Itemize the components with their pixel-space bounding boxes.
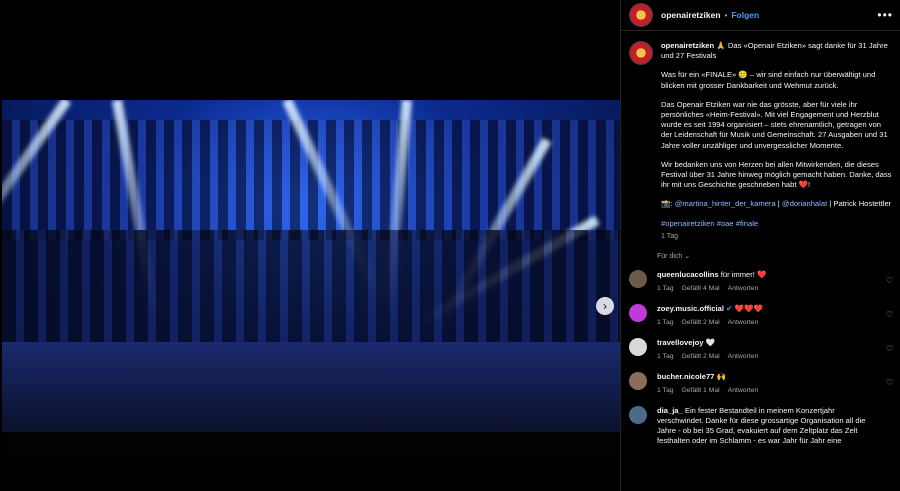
comment-time: 1 Tag — [657, 319, 674, 327]
comment-username[interactable]: zoey.music.official — [657, 304, 724, 313]
comment-time: 1 Tag — [657, 387, 674, 395]
comment-text: ❤️❤️❤️ — [734, 304, 763, 314]
comment-time: 1 Tag — [657, 353, 674, 361]
hashtags[interactable]: #openairetziken #oae #finale — [661, 219, 758, 228]
avatar[interactable] — [629, 41, 653, 65]
comment-text: für immer! ❤️ — [720, 270, 767, 280]
photo-credits: 📸: @martina_hinter_der_kamera | @dorianh… — [661, 199, 892, 209]
caption-paragraph: Was für ein «FINALE» 🥲 – wir sind einfac… — [661, 70, 876, 90]
comment-username[interactable]: travellovejoy — [657, 338, 703, 347]
comment-likes[interactable]: Gefällt 2 Mal — [682, 353, 720, 360]
list-item: zoey.music.official ✔ ❤️❤️❤️ 1 Tag Gefäll… — [629, 304, 893, 328]
avatar[interactable] — [629, 372, 647, 391]
reply-button[interactable]: Antworten — [728, 353, 759, 360]
heart-icon[interactable]: ♡ — [886, 344, 893, 354]
list-item: dia_ja_ Ein fester Bestandteil in meinem… — [629, 406, 893, 446]
comment-time: 1 Tag — [657, 285, 674, 293]
post-body: openairetziken 🙏 Das «Openair Etziken» s… — [621, 31, 900, 466]
follow-button[interactable]: Folgen — [731, 10, 759, 20]
list-item: travellovejoy 🤍 1 Tag Gefällt 2 Mal Antwor… — [629, 338, 893, 362]
heart-icon[interactable]: ♡ — [886, 276, 893, 286]
list-item: queenlucacollins für immer! ❤️ 1 Tag Gefä… — [629, 270, 893, 294]
post-username[interactable]: openairetziken — [661, 10, 721, 20]
verified-icon: ✔ — [726, 304, 733, 314]
avatar[interactable] — [629, 270, 647, 289]
caption-username[interactable]: openairetziken — [661, 41, 714, 50]
separator-dot: • — [724, 10, 728, 20]
credit-link[interactable]: @dorianhalat — [782, 199, 827, 208]
heart-icon[interactable]: ♡ — [886, 378, 893, 388]
caption-text: openairetziken 🙏 Das «Openair Etziken» s… — [661, 41, 893, 242]
comment-username[interactable]: queenlucacollins — [657, 270, 719, 279]
post-media: › — [0, 0, 620, 491]
avatar[interactable] — [629, 338, 647, 357]
avatar[interactable] — [629, 304, 647, 323]
avatar[interactable] — [629, 3, 653, 27]
comment-username[interactable]: bucher.nicole77 — [657, 372, 714, 381]
credit-link[interactable]: @martina_hinter_der_kamera — [675, 199, 776, 208]
post-header: openairetziken • Folgen ••• — [621, 0, 900, 31]
avatar[interactable] — [629, 406, 647, 425]
chevron-right-icon[interactable]: › — [596, 297, 614, 315]
comment-likes[interactable]: Gefällt 1 Mal — [682, 387, 720, 394]
reply-button[interactable]: Antworten — [728, 319, 759, 326]
comment-likes[interactable]: Gefällt 2 Mal — [682, 319, 720, 326]
comment-likes[interactable]: Gefällt 4 Mal — [682, 285, 720, 292]
comment-text: 🤍 — [705, 338, 716, 348]
post-photo: › — [2, 100, 620, 462]
photo-audience — [2, 432, 620, 462]
more-options-icon[interactable]: ••• — [877, 8, 893, 22]
comment-text: Ein fester Bestandteil in meinem Konzert… — [657, 406, 866, 446]
comment-sort-dropdown[interactable]: Für dich ⌄ — [657, 252, 893, 262]
reply-button[interactable]: Antworten — [728, 387, 759, 394]
caption: openairetziken 🙏 Das «Openair Etziken» s… — [629, 41, 893, 242]
post-time: 1 Tag — [661, 232, 678, 240]
comment-text: 🙌 — [716, 372, 726, 382]
caption-paragraph: Das Openair Etziken war nie das grösste,… — [661, 99, 888, 150]
heart-icon[interactable]: ♡ — [886, 310, 893, 320]
comment-username[interactable]: dia_ja_ — [657, 406, 683, 415]
caption-paragraph: Wir bedanken uns von Herzen bei allen Mi… — [661, 159, 892, 190]
reply-button[interactable]: Antworten — [728, 285, 759, 292]
list-item: bucher.nicole77 🙌 1 Tag Gefällt 1 Mal Antw… — [629, 372, 893, 396]
post-side-panel: openairetziken • Folgen ••• openairetzik… — [620, 0, 900, 491]
